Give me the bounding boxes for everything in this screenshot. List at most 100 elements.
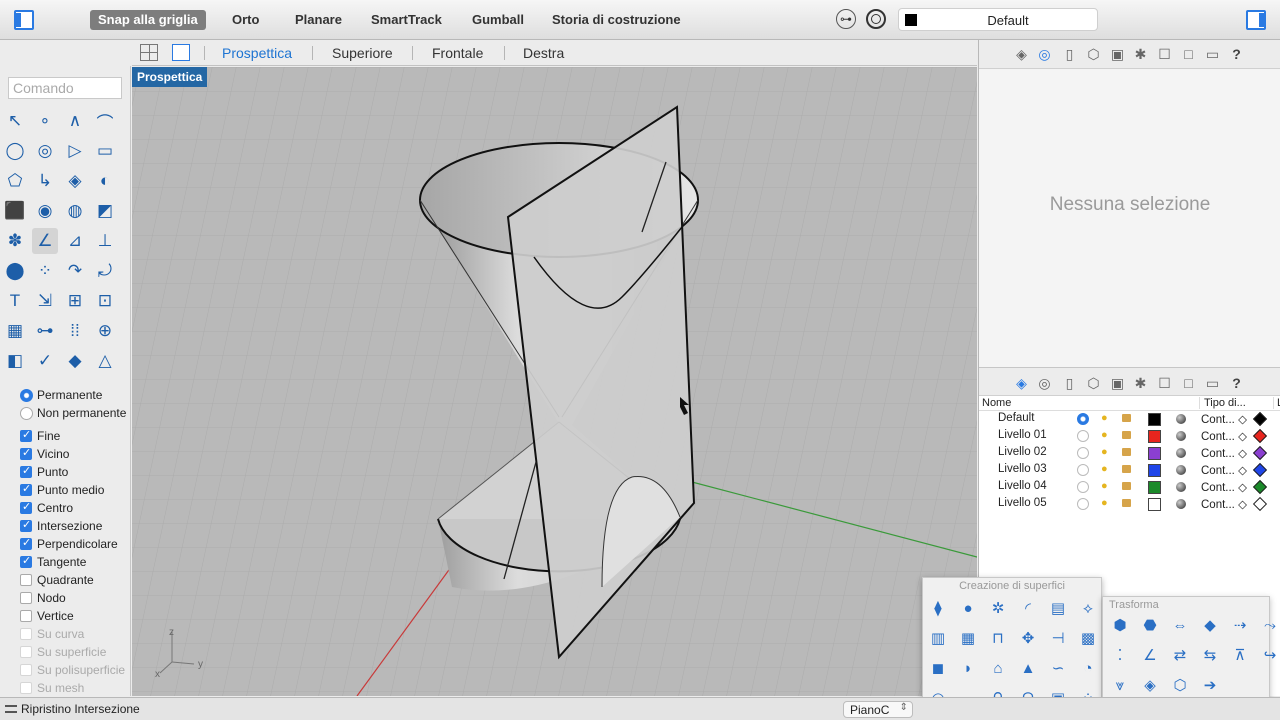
grid-snap-toggle[interactable]: Snap alla griglia [90,10,206,30]
array-tool-icon[interactable]: ⊞ [62,288,88,314]
material-icon[interactable] [1176,414,1186,424]
mesh-tool-icon[interactable]: ◩ [92,198,118,224]
material-icon[interactable] [1176,482,1186,492]
tab-superiore[interactable]: Superiore [332,45,393,61]
help-icon[interactable]: ? [1228,46,1245,62]
visibility-bulb-icon[interactable]: ● [1101,412,1108,424]
visibility-bulb-icon[interactable]: ● [1101,480,1108,492]
surface-tool-icon[interactable]: ▥ [927,628,949,650]
transform-tool-icon[interactable]: ⇄ [1169,645,1191,667]
surface-tool-icon[interactable]: ∽ [1047,658,1069,680]
print-color-icon[interactable] [1252,411,1268,427]
surface-tool-icon[interactable]: ⧫ [927,598,949,620]
grid-tool-icon[interactable]: ⁞⁞ [62,318,88,344]
osnap-checkbox[interactable] [20,500,32,514]
osnap-temporary-radio[interactable] [20,407,33,420]
surface-tool-icon[interactable]: ✥ [1017,628,1039,650]
properties-icon[interactable]: ◎ [1036,375,1053,391]
curve-tool-icon[interactable]: ⌒ [92,108,118,134]
material-icon[interactable] [1176,499,1186,509]
osnap-checkbox[interactable] [20,574,32,586]
transform-tool-icon[interactable]: ◆ [1199,615,1221,637]
osnap-permanent-radio[interactable] [20,389,33,402]
layer-color[interactable] [1148,464,1161,477]
osnap-icon[interactable] [866,9,886,29]
layer-row[interactable]: Default ● Cont... ◇ [979,411,1280,428]
layer-color[interactable] [1148,413,1161,426]
print-color-icon[interactable] [1252,462,1268,478]
visibility-bulb-icon[interactable]: ● [1101,429,1108,441]
filter-icon[interactable]: ⊶ [836,9,856,29]
surface-tool-icon[interactable]: ⟡ [1077,598,1099,620]
document-icon[interactable]: ▯ [1061,46,1078,62]
osnap-checkbox[interactable] [20,428,32,442]
surface-tool-icon[interactable]: ▲ [1017,658,1039,680]
current-layer-radio[interactable] [1077,447,1089,459]
lock-icon[interactable] [1122,448,1131,456]
surface-tool-icon[interactable]: ▩ [1077,628,1099,650]
linetype[interactable]: Cont... ◇ [1201,480,1247,494]
visibility-bulb-icon[interactable]: ● [1101,497,1108,509]
linetype[interactable]: Cont... ◇ [1201,463,1247,477]
transform-tool-icon[interactable]: ⬡ [1169,675,1191,697]
transform-tool-icon[interactable]: ⇔ [1169,615,1191,637]
ortho-toggle[interactable]: Orto [224,10,267,30]
layer-color[interactable] [1148,430,1161,443]
ellipse-tool-icon[interactable]: ◎ [32,138,58,164]
layer-row[interactable]: Livello 05 ● Cont... ◇ [979,496,1280,513]
transform-tool-icon[interactable]: ⬣ [1139,615,1161,637]
col-extra[interactable]: L [1273,397,1280,409]
mirror-tool-icon[interactable]: ⤾ [92,258,118,284]
polyline-tool-icon[interactable]: ∧ [62,108,88,134]
lock-icon[interactable] [1122,465,1131,473]
print-color-icon[interactable] [1252,496,1268,512]
osnap-checkbox[interactable] [20,446,32,460]
osnap-checkbox[interactable] [20,518,32,532]
col-name[interactable]: Nome [982,397,1011,409]
dimension-tool-icon[interactable]: ⊶ [32,318,58,344]
transform-tool-icon[interactable]: ⊼ [1229,645,1251,667]
lock-icon[interactable] [1122,499,1131,507]
loft-tool-icon[interactable]: ◐ [92,168,118,194]
material-icon[interactable] [1176,448,1186,458]
transform-tool-icon[interactable]: ∠ [1139,645,1161,667]
panel-icon[interactable]: □ [1180,46,1197,62]
cplane-dropdown[interactable]: PianoC ⇕ [843,701,913,718]
layer-color[interactable] [1148,498,1161,511]
menu-lines-icon[interactable] [5,705,17,713]
col-linetype[interactable]: Tipo di... [1199,397,1246,409]
history-toggle[interactable]: Storia di costruzione [544,10,689,30]
surface-tool-icon[interactable]: ◔ [1077,658,1099,680]
surface-tool-icon[interactable]: ⌂ [987,658,1009,680]
osnap-checkbox[interactable] [20,592,32,604]
panel-icon[interactable]: □ [1180,375,1197,391]
display-icon[interactable]: ▭ [1204,375,1221,391]
render-icon[interactable]: ✱ [1132,375,1149,391]
point-tool-icon[interactable]: ∘ [32,108,58,134]
current-layer-radio[interactable] [1077,464,1089,476]
layer-row[interactable]: Livello 04 ● Cont... ◇ [979,479,1280,496]
linetype[interactable]: Cont... ◇ [1201,497,1247,511]
document-icon[interactable]: ▯ [1061,375,1078,391]
extrude-tool-icon[interactable]: ◧ [2,348,28,374]
surface-tool-icon[interactable]: ◗ [957,658,979,680]
object-icon[interactable]: ⬡ [1085,375,1102,391]
notes-icon[interactable]: ☐ [1156,46,1173,62]
material-icon[interactable] [1176,465,1186,475]
current-layer-radio[interactable] [1077,413,1089,425]
transform-tool-icon[interactable]: ⬢ [1109,615,1131,637]
material-icon[interactable] [1176,431,1186,441]
four-views-icon[interactable] [140,44,158,61]
split-tool-icon[interactable]: ⊥ [92,228,118,254]
transform-tool-icon[interactable]: ➔ [1199,675,1221,697]
print-color-icon[interactable] [1252,428,1268,444]
visibility-bulb-icon[interactable]: ● [1101,463,1108,475]
circle-tool-icon[interactable]: ◯ [2,138,28,164]
current-layer-radio[interactable] [1077,498,1089,510]
gumball-toggle[interactable]: Gumball [464,10,532,30]
arc-tool-icon[interactable]: ▷ [62,138,88,164]
print-color-icon[interactable] [1252,445,1268,461]
analyze-tool-icon[interactable]: ◆ [62,348,88,374]
camera-icon[interactable]: ▣ [1109,375,1126,391]
lock-icon[interactable] [1122,431,1131,439]
